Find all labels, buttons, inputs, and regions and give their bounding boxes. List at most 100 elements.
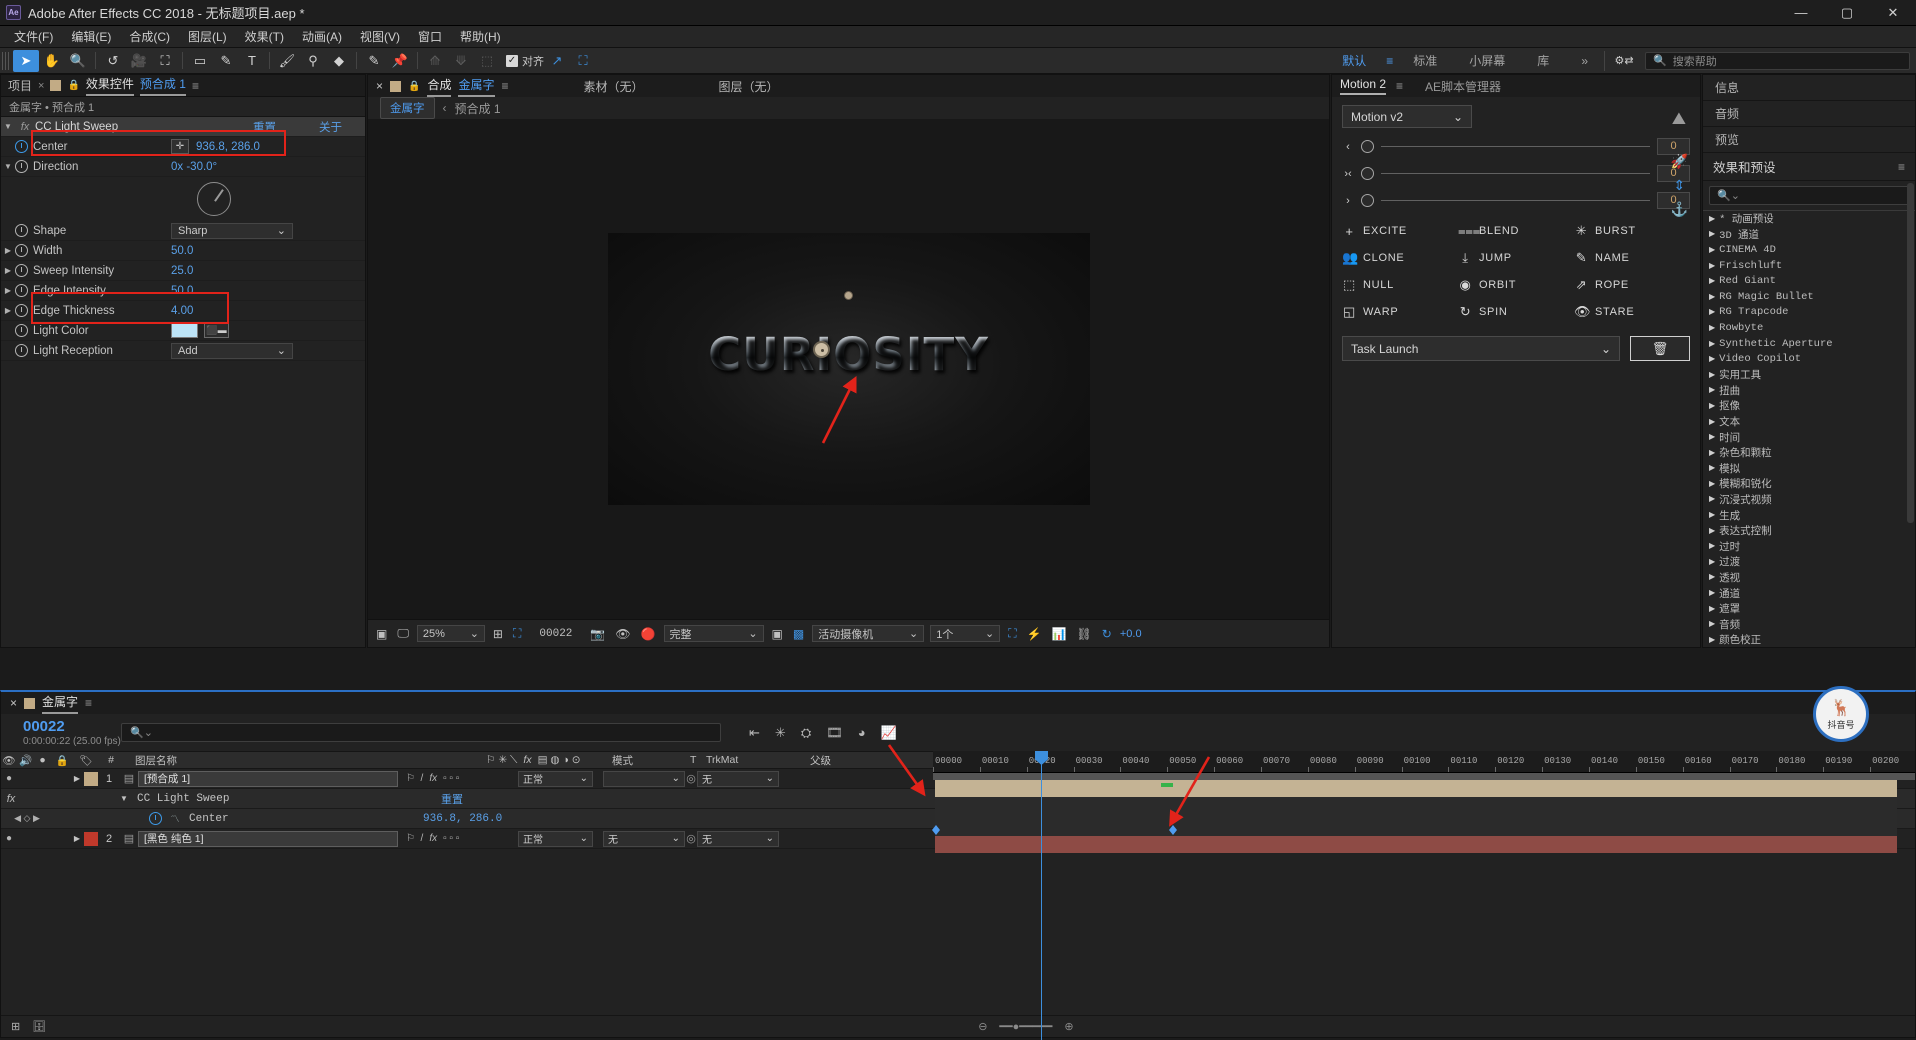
tab-close-icon[interactable]: × xyxy=(38,80,44,92)
effect-category[interactable]: ▶ 透视 xyxy=(1703,570,1915,586)
motion-blur-icon[interactable]: ⛭ xyxy=(801,725,811,741)
effect-category[interactable]: ▶ 实用工具 xyxy=(1703,367,1915,383)
row-disclosure-icon[interactable]: ▶ xyxy=(70,774,84,783)
effect-category[interactable]: ▶ Red Giant xyxy=(1703,273,1915,289)
menu-item-1[interactable]: 编辑(E) xyxy=(62,26,120,47)
slider-track[interactable] xyxy=(1381,146,1650,147)
expand-arrow-icon[interactable]: ▶ xyxy=(1709,526,1715,536)
property-dropdown[interactable]: Add ⌄ xyxy=(171,342,293,359)
stopwatch-icon[interactable] xyxy=(15,264,28,277)
roto-brush-icon[interactable]: ✎ xyxy=(361,50,387,72)
effect-category[interactable]: ▶ RG Magic Bullet xyxy=(1703,289,1915,305)
effect-center-point-icon[interactable] xyxy=(812,341,830,358)
motion2-button-orbit[interactable]: ◉ ORBIT xyxy=(1458,277,1574,293)
effect-category[interactable]: ▶ CINEMA 4D xyxy=(1703,242,1915,258)
effect-category[interactable]: ▶ 文本 xyxy=(1703,414,1915,430)
expand-arrow-icon[interactable]: ▶ xyxy=(1709,339,1715,349)
slider-knob[interactable] xyxy=(1361,194,1374,207)
expand-arrow-icon[interactable]: ▶ xyxy=(1709,214,1715,224)
eyedropper-icon[interactable]: ⬛▬ xyxy=(204,323,229,338)
dock-tab-2[interactable]: 预览 xyxy=(1703,127,1915,153)
effects-search-input[interactable]: 🔍⌄ xyxy=(1709,186,1909,205)
anchor-icon[interactable]: ⚓ xyxy=(1671,201,1688,218)
expand-arrow-icon[interactable]: ▶ xyxy=(1709,494,1715,504)
motion2-button-name[interactable]: ✎ NAME xyxy=(1574,250,1690,266)
motion2-slider-right[interactable]: › 0 xyxy=(1342,192,1690,209)
rocket-icon[interactable]: 🚀 xyxy=(1671,153,1688,170)
expand-arrow-icon[interactable]: ▶ xyxy=(1709,448,1715,458)
effect-category[interactable]: ▶ 扭曲 xyxy=(1703,383,1915,399)
effect-about-link[interactable]: 关于 xyxy=(319,119,365,135)
menu-item-8[interactable]: 帮助(H) xyxy=(451,26,510,47)
slider-track[interactable] xyxy=(1381,173,1650,174)
tab-motion2[interactable]: Motion 2 xyxy=(1340,77,1387,95)
quality-select[interactable]: 完整 ⌄ xyxy=(663,625,764,642)
frame-blend-icon[interactable]: 🎞 xyxy=(826,725,843,741)
pixel-aspect-icon[interactable]: ⛶ xyxy=(1006,626,1018,641)
parent-pickwhip-icon[interactable]: ◎ xyxy=(685,832,697,845)
effect-category[interactable]: ▶ 3D 通道 xyxy=(1703,227,1915,243)
layer-name[interactable]: [预合成 1] xyxy=(138,770,398,787)
eye-toggle-icon[interactable]: ● xyxy=(1,773,17,784)
expand-arrow-icon[interactable]: ▶ xyxy=(1709,385,1715,395)
property-value[interactable]: 936.8, 286.0 xyxy=(423,813,502,825)
expand-arrow-icon[interactable]: ▶ xyxy=(1709,245,1715,255)
property-disclosure-icon[interactable]: ▶ xyxy=(1,266,15,275)
property-dropdown[interactable]: Sharp ⌄ xyxy=(171,222,293,239)
layer-name[interactable]: [黑色 纯色 1] xyxy=(138,830,398,847)
workspace-1[interactable]: 标准 xyxy=(1397,48,1453,74)
channel-icon[interactable]: 🔴 xyxy=(639,627,658,641)
rotation-icon[interactable]: ↺ xyxy=(100,50,126,72)
3d-renderer-icon[interactable]: ✳ xyxy=(775,725,786,741)
views-select[interactable]: 1个 ⌄ xyxy=(930,625,1001,642)
property-value[interactable]: 25.0 xyxy=(171,265,193,277)
help-search-input[interactable]: 🔍 搜索帮助 xyxy=(1645,51,1910,70)
stopwatch-icon[interactable] xyxy=(15,284,28,297)
eye-toggle-icon[interactable]: ● xyxy=(1,833,17,844)
effects-presets-menu-icon[interactable]: ≡ xyxy=(1898,160,1905,174)
effect-disclosure-icon[interactable]: ▼ xyxy=(1,122,15,131)
minimize-button[interactable]: — xyxy=(1778,0,1824,26)
property-disclosure-icon[interactable]: ▶ xyxy=(1,306,15,315)
transparency-grid-icon[interactable]: ▩ xyxy=(791,627,806,641)
tab-effect-controls[interactable]: 效果控件 xyxy=(85,75,134,96)
motion2-button-null[interactable]: ⬚ NULL xyxy=(1342,277,1458,293)
motion2-button-burst[interactable]: ✳ BURST xyxy=(1574,223,1690,239)
stopwatch-icon[interactable] xyxy=(149,812,162,825)
expand-arrow-icon[interactable]: ▶ xyxy=(1709,323,1715,333)
effect-category[interactable]: ▶ Frischluft xyxy=(1703,258,1915,274)
effect-category[interactable]: ▶ Synthetic Aperture xyxy=(1703,336,1915,352)
expand-arrow-icon[interactable]: ▶ xyxy=(1709,417,1715,427)
motion2-slider-center[interactable]: ›‹ 0 xyxy=(1342,165,1690,182)
camera-icon[interactable]: 🎥 xyxy=(126,50,152,72)
motion2-button-spin[interactable]: ↻ SPIN xyxy=(1458,304,1574,320)
expand-arrow-icon[interactable]: ▶ xyxy=(1709,572,1715,582)
menu-item-2[interactable]: 合成(C) xyxy=(120,26,179,47)
monitor-icon[interactable]: 🖵 xyxy=(395,626,411,641)
show-snapshot-icon[interactable]: 👁 xyxy=(613,627,632,641)
effect-header-row[interactable]: ▼ fx CC Light Sweep 重置 关于 xyxy=(1,117,365,137)
task-launch-select[interactable]: Task Launch ⌄ xyxy=(1342,336,1620,361)
motion2-button-rope[interactable]: ⇗ ROPE xyxy=(1574,277,1690,293)
effect-category[interactable]: ▶ 遮罩 xyxy=(1703,601,1915,617)
pen-icon[interactable]: ✎ xyxy=(213,50,239,72)
effect-category[interactable]: ▶ Rowbyte xyxy=(1703,320,1915,336)
stopwatch-icon[interactable] xyxy=(15,140,28,153)
property-value[interactable]: 936.8, 286.0 xyxy=(196,141,260,153)
menu-item-5[interactable]: 动画(A) xyxy=(293,26,351,47)
workspace-menu-icon[interactable]: ≡ xyxy=(1382,48,1397,74)
expand-arrow-icon[interactable]: ▶ xyxy=(1709,229,1715,239)
tab-project[interactable]: 项目 xyxy=(8,77,32,94)
expand-arrow-icon[interactable]: ▶ xyxy=(1709,307,1715,317)
layer-bar-precomp[interactable] xyxy=(935,780,1897,797)
keyframe-nav-icons[interactable]: ◀ ◇ ▶ xyxy=(1,813,53,824)
toolbar-grip[interactable] xyxy=(2,51,10,70)
camera-select[interactable]: 活动摄像机 ⌄ xyxy=(812,625,925,642)
workspace-0[interactable]: 默认 xyxy=(1326,48,1382,74)
anchor-point-icon[interactable] xyxy=(843,291,853,300)
menu-item-6[interactable]: 视图(V) xyxy=(351,26,409,47)
timeline-zoom-slider[interactable]: ━━●━━━━━ xyxy=(999,1020,1052,1033)
effect-property-row[interactable]: ▶ Width 50.0 xyxy=(1,241,365,261)
property-value[interactable]: 4.00 xyxy=(171,305,193,317)
property-disclosure-icon[interactable]: ▶ xyxy=(1,246,15,255)
